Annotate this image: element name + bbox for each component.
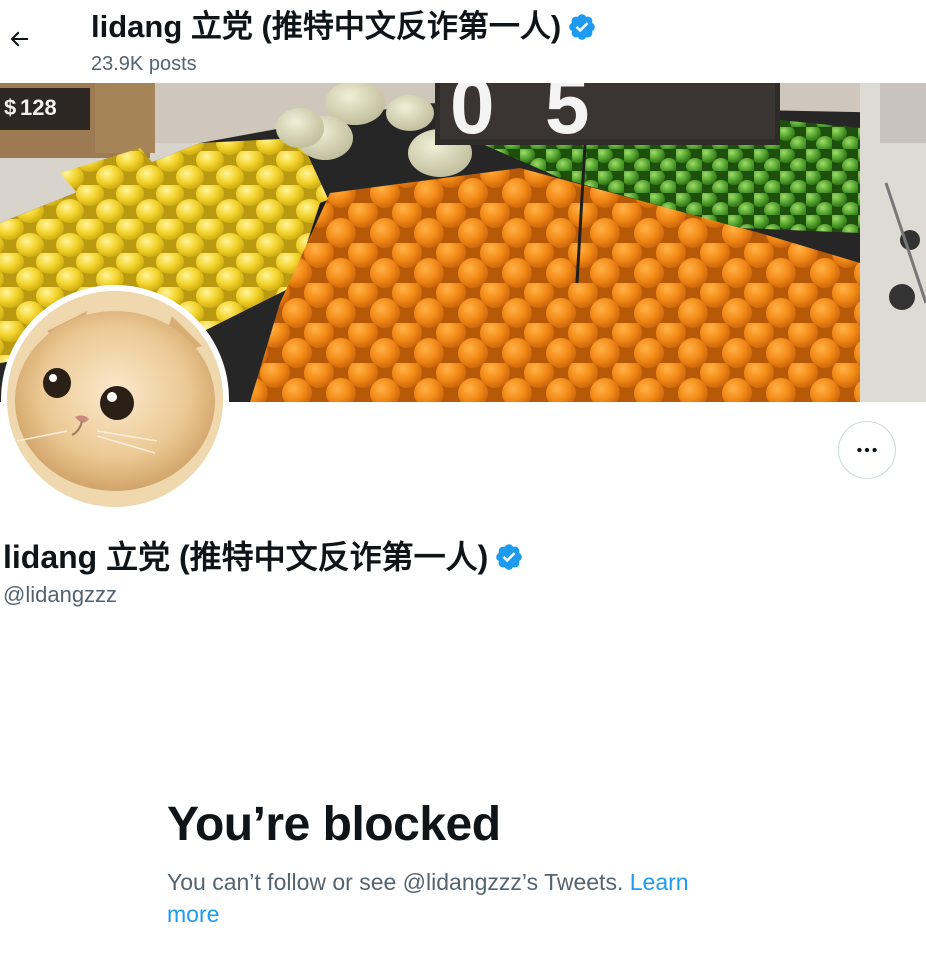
blocked-title: You’re blocked [167, 798, 501, 851]
blocked-description: You can’t follow or see @lidangzzz’s Twe… [167, 866, 747, 930]
svg-text:5: 5 [545, 83, 590, 150]
header-posts-count: 23.9K posts [91, 53, 197, 75]
cat-avatar-icon [7, 291, 223, 507]
svg-text:128: 128 [20, 95, 57, 120]
header-display-name: lidang 立党 (推特中文反诈第一人) [91, 9, 562, 44]
profile-name-row: lidang 立党 (推特中文反诈第一人) [3, 536, 524, 578]
header-name-row: lidang 立党 (推特中文反诈第一人) [91, 7, 597, 47]
more-dots-icon [857, 447, 877, 453]
profile-display-name: lidang 立党 (推特中文反诈第一人) [3, 539, 489, 575]
blocked-description-text: You can’t follow or see @lidangzzz’s Twe… [167, 869, 624, 895]
profile-handle: @lidangzzz [3, 582, 118, 607]
profile-page: lidang 立党 (推特中文反诈第一人) 23.9K posts $ 128 … [0, 0, 926, 972]
more-options-button[interactable] [838, 421, 896, 479]
arrow-left-icon [10, 31, 28, 47]
back-button[interactable] [0, 20, 38, 58]
verified-badge-icon [569, 14, 595, 40]
banner-price-sign-left: $ [4, 95, 16, 120]
svg-text:0: 0 [450, 83, 495, 150]
profile-avatar[interactable] [1, 285, 229, 513]
profile-header-bar: lidang 立党 (推特中文反诈第一人) 23.9K posts [0, 0, 926, 83]
verified-badge-icon[interactable] [494, 542, 524, 572]
avatar-image [7, 291, 223, 507]
